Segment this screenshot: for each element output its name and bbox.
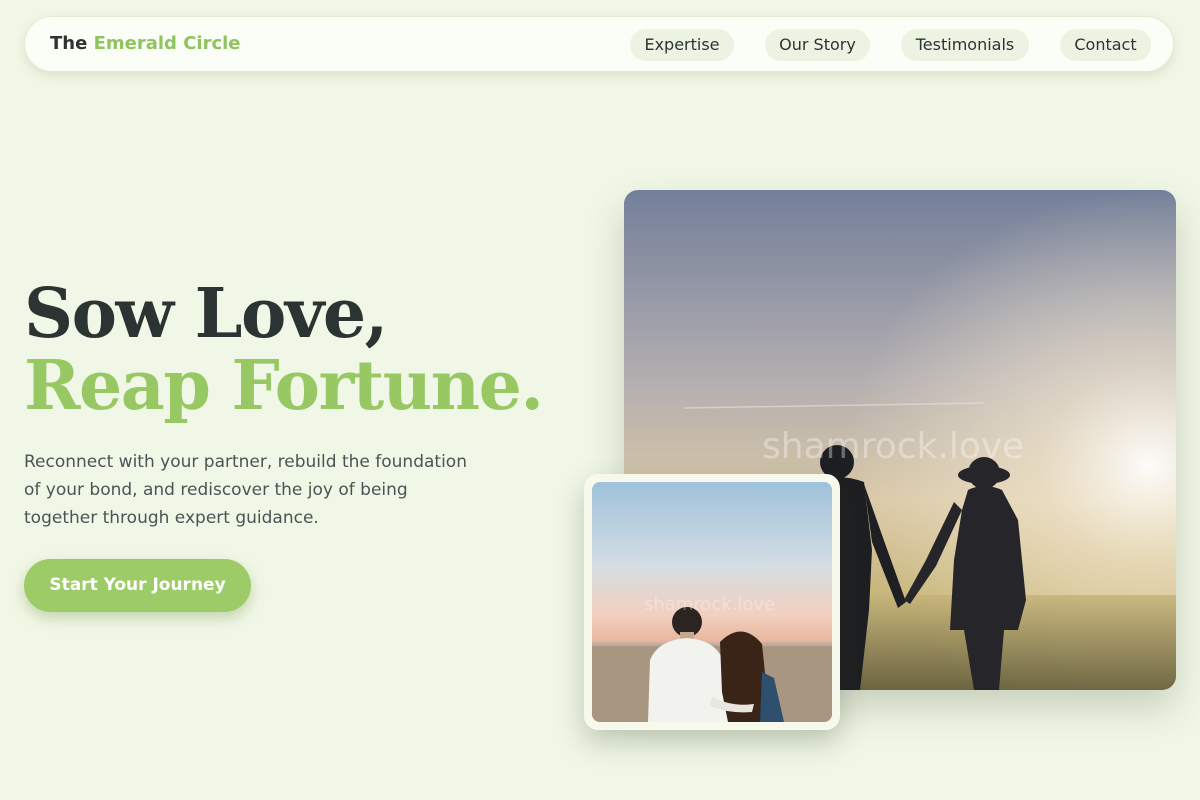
hero-subtitle: Reconnect with your partner, rebuild the… [24, 452, 467, 528]
nav-link-testimonials[interactable]: Testimonials [901, 29, 1029, 61]
hero-inset-photo: shamrock.love [584, 474, 840, 730]
main-photo-watermark: shamrock.love [762, 426, 1025, 467]
brand-highlight: Emerald Circle [93, 33, 241, 54]
nav-link-expertise[interactable]: Expertise [630, 29, 734, 61]
nav-link-our-story[interactable]: Our Story [765, 29, 870, 61]
start-journey-button[interactable]: Start Your Journey [24, 559, 251, 612]
top-navigation: The Emerald Circle Expertise Our Story T… [24, 16, 1174, 72]
hero-title: Sow Love, Reap Fortune. [24, 274, 544, 426]
brand-logo[interactable]: The Emerald Circle [50, 33, 241, 54]
inset-photo-watermark: shamrock.love [644, 594, 776, 615]
brand-prefix: The [50, 33, 88, 54]
nav-link-contact[interactable]: Contact [1060, 29, 1151, 61]
hero-title-line2: Reap Fortune. [24, 346, 544, 426]
hero-title-line1: Sow Love, [24, 274, 388, 354]
